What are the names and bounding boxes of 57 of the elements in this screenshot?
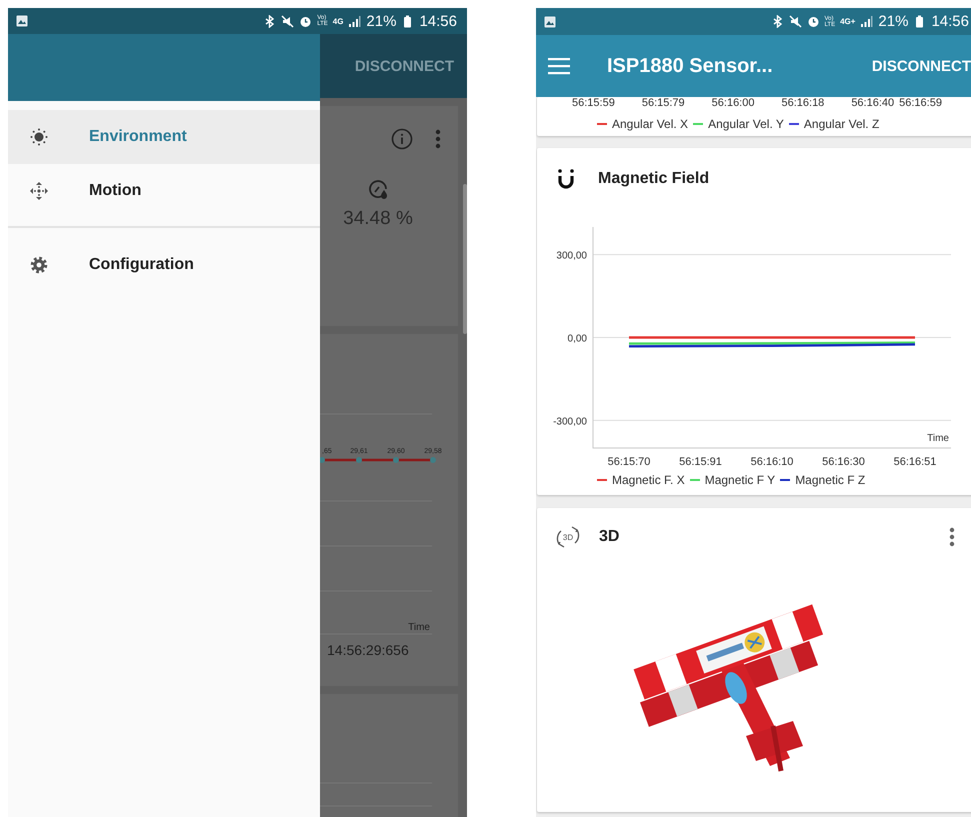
axis-tick-label: 56:15:70 bbox=[608, 456, 650, 468]
arrows-icon bbox=[30, 182, 48, 200]
axis-tick-label: 56:16:18 bbox=[781, 97, 824, 109]
more-icon[interactable] bbox=[435, 129, 441, 149]
legend-label: Angular Vel. Y bbox=[708, 117, 784, 131]
info-icon[interactable] bbox=[391, 128, 413, 150]
legend-label: Angular Vel. X bbox=[612, 117, 688, 131]
clock-time: 14:56 bbox=[419, 12, 457, 30]
menu-item[interactable]: Motion bbox=[8, 164, 320, 218]
axis-tick-label: 56:16:40 bbox=[851, 97, 894, 109]
disconnect-button[interactable]: DISCONNECT bbox=[872, 58, 971, 74]
card-title: 3D bbox=[599, 528, 620, 546]
menu-icon[interactable] bbox=[548, 57, 570, 75]
axis-tick-label: 56:15:79 bbox=[642, 97, 685, 109]
axis-tick-label: 56:16:10 bbox=[750, 456, 794, 468]
signal-icon bbox=[860, 15, 874, 28]
card-title: Magnetic Field bbox=[598, 170, 710, 188]
legend-label: Magnetic F Y bbox=[704, 473, 776, 487]
menu-item[interactable]: Configuration bbox=[8, 238, 320, 292]
axis-tick-label: 0,00 bbox=[568, 334, 587, 344]
more-icon[interactable] bbox=[949, 527, 955, 547]
disconnect-button[interactable]: DISCONNECT bbox=[354, 58, 454, 74]
clock-time: 14:56 bbox=[931, 13, 969, 30]
humidity-reading: 34.48 % bbox=[343, 208, 413, 230]
alarm-icon bbox=[806, 15, 820, 28]
magnet-icon bbox=[557, 169, 575, 189]
network-type: 4G+ bbox=[840, 17, 856, 26]
image-icon bbox=[544, 16, 556, 28]
axis-tick-label: 56:15:59 bbox=[572, 97, 615, 109]
battery-percent: 21% bbox=[878, 13, 908, 30]
timestamp: 14:56:29:656 bbox=[326, 642, 410, 658]
axis-tick-label: 56:16:59 bbox=[899, 97, 942, 109]
axis-tick-label: 300,00 bbox=[556, 250, 587, 262]
menu-item[interactable]: Environment bbox=[8, 110, 320, 164]
axis-tick-label: 56:15:91 bbox=[679, 456, 722, 468]
mute-icon bbox=[788, 15, 802, 28]
axis-label: Time bbox=[408, 622, 430, 633]
settings-icon bbox=[30, 256, 48, 274]
bluetooth-icon bbox=[263, 14, 276, 28]
signal-icon bbox=[348, 14, 362, 28]
legend-label: Magnetic F Z bbox=[795, 473, 866, 487]
axis-tick-label: 56:16:00 bbox=[712, 97, 754, 109]
gauge-icon bbox=[367, 178, 389, 200]
axis-tick-label: 56:16:30 bbox=[822, 456, 865, 468]
legend-label: Magnetic F. X bbox=[612, 473, 685, 487]
scroll-handle[interactable] bbox=[463, 184, 467, 334]
app-title: ISP1880 Sensor... bbox=[607, 54, 774, 78]
mute-icon bbox=[281, 14, 294, 28]
battery-percent: 21% bbox=[366, 12, 396, 30]
alarm-icon bbox=[299, 14, 312, 28]
sun-icon bbox=[30, 128, 48, 146]
axis-tick-label: -300,00 bbox=[553, 416, 587, 428]
axis-tick-label: 56:16:51 bbox=[894, 456, 936, 468]
image-icon bbox=[16, 15, 28, 27]
legend-label: Angular Vel. Z bbox=[804, 117, 880, 131]
axis-title: Time bbox=[927, 433, 949, 444]
network-type: 4G bbox=[332, 16, 344, 26]
